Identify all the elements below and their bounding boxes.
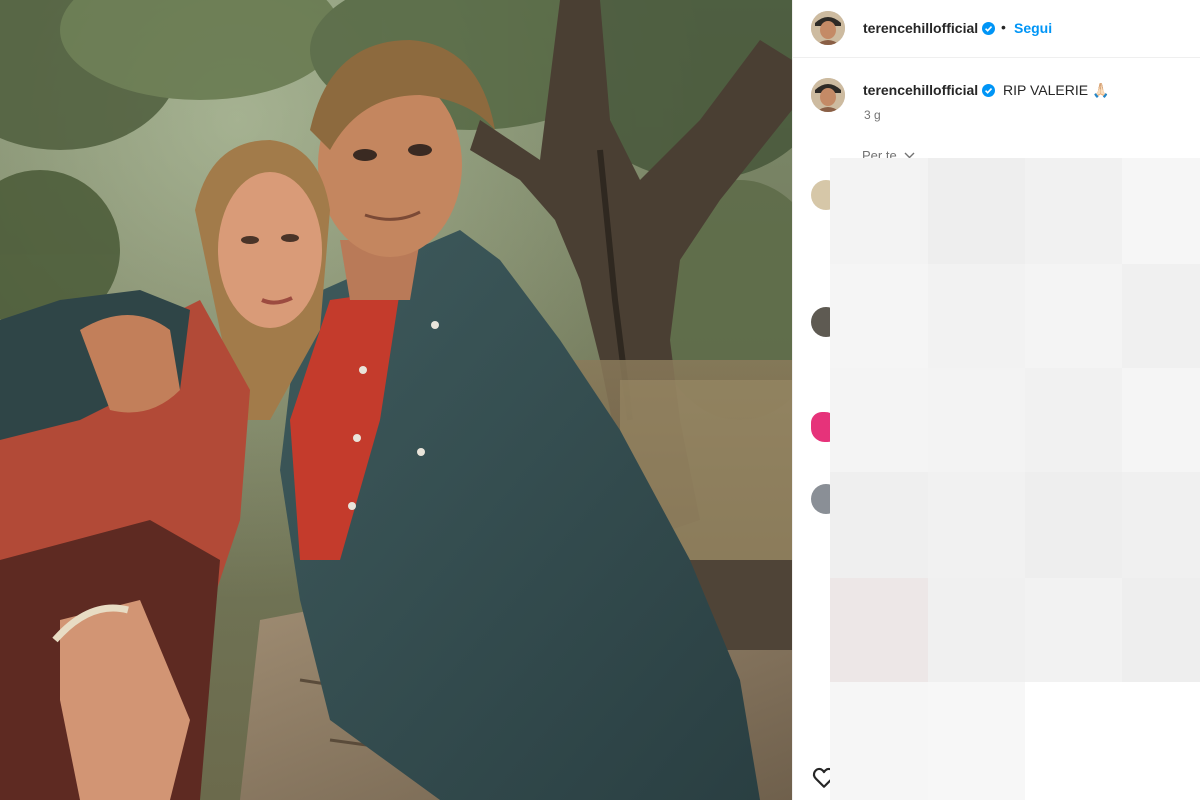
pixelated-overlay: [830, 158, 1200, 800]
instagram-post-view: terencehillofficial • Segui terencehillo…: [0, 0, 1200, 800]
caption: terencehillofficial RIP VALERIE 🙏🏻 3 g: [793, 72, 1200, 132]
caption-username[interactable]: terencehillofficial: [863, 82, 978, 98]
post-timestamp[interactable]: 3 g: [864, 108, 881, 122]
account-username[interactable]: terencehillofficial: [863, 20, 978, 36]
caption-avatar[interactable]: [811, 78, 845, 112]
caption-text: RIP VALERIE 🙏🏻: [1003, 82, 1109, 99]
follow-button[interactable]: Segui: [1014, 20, 1052, 36]
post-photo[interactable]: [0, 0, 792, 800]
verified-badge-icon: [982, 84, 995, 97]
praying-hands-emoji: 🙏🏻: [1091, 82, 1110, 98]
account-avatar[interactable]: [811, 11, 845, 45]
verified-badge-icon: [982, 22, 995, 35]
caption-message: RIP VALERIE: [1003, 82, 1089, 98]
post-header: terencehillofficial • Segui: [793, 0, 1200, 58]
header-separator: •: [1001, 19, 1006, 35]
photo-couple-in-forest: [0, 0, 792, 800]
